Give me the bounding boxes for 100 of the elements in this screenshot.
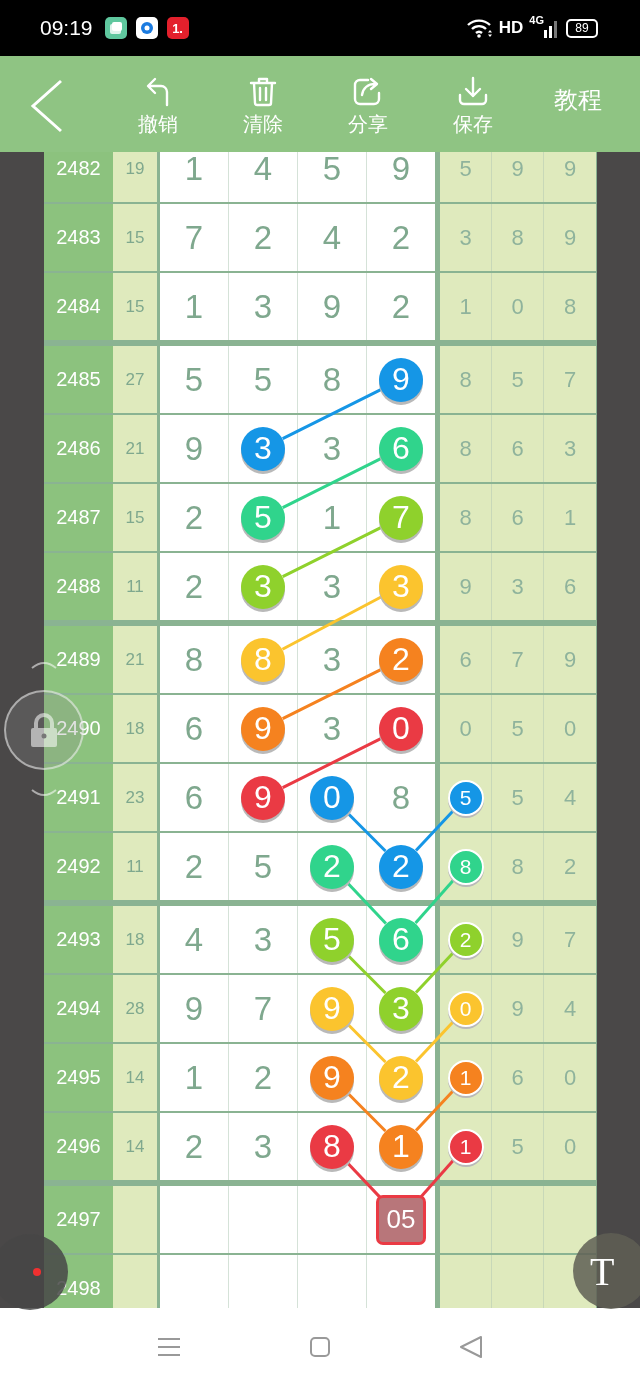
table-cell: 1 (298, 484, 367, 551)
toolbar-button[interactable]: 分享 (315, 56, 420, 152)
connector-line (346, 954, 387, 994)
table-cell: 7 (492, 626, 544, 693)
table-cell: 4 (160, 906, 229, 973)
table-cell: 6 (492, 1044, 544, 1111)
table-cell (492, 1186, 544, 1253)
period-cell: 2497 (44, 1186, 113, 1253)
table-cell: 7 (229, 975, 298, 1042)
sum-cell: 11 (113, 833, 160, 900)
table-cell (492, 1255, 544, 1308)
sum-cell: 15 (113, 484, 160, 551)
connector-line (414, 879, 455, 924)
table-cell: 2 (160, 833, 229, 900)
table-cell: 5 (440, 152, 492, 202)
number-ball: 6 (379, 426, 423, 471)
toolbar-button[interactable]: 保存 (420, 56, 525, 152)
table-cell: 5 (229, 346, 298, 413)
number-ball: 1 (379, 1124, 423, 1169)
period-cell: 2488 (44, 553, 113, 620)
sum-cell: 15 (113, 204, 160, 271)
number-ball: 0 (379, 706, 423, 751)
table-cell: 9 (544, 152, 596, 202)
sum-cell: 27 (113, 346, 160, 413)
sum-cell: 15 (113, 273, 160, 340)
tutorial-button[interactable]: 教程 (525, 56, 630, 152)
number-ball: 7 (379, 495, 423, 540)
download-icon (456, 74, 489, 107)
period-cell: 2492 (44, 833, 113, 900)
table-cell: 0 (544, 1044, 596, 1111)
table-cell: 8 (492, 833, 544, 900)
number-ball: 9 (310, 986, 354, 1031)
number-ball: 2 (310, 844, 354, 889)
cellular-label: 4G (529, 14, 544, 26)
period-cell: 2485 (44, 346, 113, 413)
sum-cell: 18 (113, 695, 160, 762)
number-ball: 2 (447, 921, 484, 958)
number-ball: 9 (310, 1055, 354, 1100)
period-cell: 2484 (44, 273, 113, 340)
number-ball: 1 (447, 1128, 484, 1165)
period-cell: 2491 (44, 764, 113, 831)
number-ball: 1 (447, 1059, 484, 1096)
number-ball: 3 (379, 564, 423, 609)
table-cell: 3 (492, 553, 544, 620)
table-cell: 3 (298, 415, 367, 482)
table-cell: 4 (298, 204, 367, 271)
table-cell: 5 (229, 833, 298, 900)
toolbar-button[interactable]: 撤销 (105, 56, 210, 152)
period-cell: 2494 (44, 975, 113, 1042)
table-cell: 6 (160, 764, 229, 831)
table-cell: 1 (440, 273, 492, 340)
table-cell: 8 (298, 346, 367, 413)
connector-line (414, 1089, 455, 1132)
signal-icon (544, 18, 558, 38)
period-cell: 2482 (44, 152, 113, 202)
table-cell: 9 (544, 626, 596, 693)
menu-icon[interactable] (157, 1337, 181, 1357)
table-cell: 8 (492, 204, 544, 271)
table-cell: 6 (544, 553, 596, 620)
connector-line (414, 951, 455, 994)
back-icon[interactable] (459, 1335, 483, 1359)
table-cell: 8 (160, 626, 229, 693)
table-cell: 9 (492, 906, 544, 973)
number-ball: 5 (447, 779, 484, 816)
sum-cell: 21 (113, 415, 160, 482)
table-cell: 5 (492, 346, 544, 413)
period-cell: 2495 (44, 1044, 113, 1111)
table-cell: 1 (160, 152, 229, 202)
number-ball: 3 (241, 426, 285, 471)
number-ball: 8 (447, 848, 484, 885)
table-cell: 2 (229, 204, 298, 271)
table-cell: 0 (440, 695, 492, 762)
number-ball: 3 (379, 986, 423, 1031)
table-cell: 5 (298, 152, 367, 202)
period-cell: 2493 (44, 906, 113, 973)
table-cell: 3 (298, 626, 367, 693)
app-icon (135, 17, 158, 39)
table-cell: 3 (298, 695, 367, 762)
notification-dot (33, 1268, 41, 1276)
table-cell: 4 (544, 975, 596, 1042)
toolbar-button[interactable]: 清除 (210, 56, 315, 152)
table-cell: 5 (492, 764, 544, 831)
table-cell: 3 (229, 906, 298, 973)
table-cell: 2 (160, 553, 229, 620)
table-cell: 8 (440, 484, 492, 551)
sum-cell: 23 (113, 764, 160, 831)
table-cell: 8 (440, 346, 492, 413)
table-cell (440, 1186, 492, 1253)
number-ball: 9 (241, 775, 285, 820)
home-icon[interactable] (309, 1336, 331, 1358)
table-cell: 9 (160, 415, 229, 482)
table-cell: 0 (544, 1113, 596, 1180)
number-ball: 2 (379, 1055, 423, 1100)
sum-cell: 14 (113, 1044, 160, 1111)
table-cell: 6 (492, 415, 544, 482)
table-cell: 2 (229, 1044, 298, 1111)
table-cell (440, 1255, 492, 1308)
sum-cell: 11 (113, 553, 160, 620)
table-cell: 3 (229, 1113, 298, 1180)
table-cell (229, 1186, 298, 1253)
